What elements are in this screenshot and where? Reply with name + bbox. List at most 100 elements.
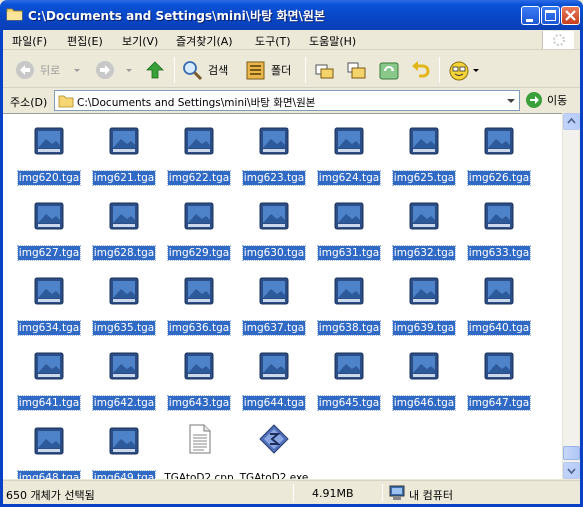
address-dropdown[interactable] <box>503 91 519 110</box>
file-name: img646.tga <box>388 395 460 411</box>
file-item[interactable]: img638.tga <box>313 272 385 336</box>
vertical-scrollbar[interactable] <box>562 113 580 479</box>
file-item[interactable]: img630.tga <box>238 197 310 261</box>
scroll-thumb[interactable] <box>563 446 580 460</box>
file-item[interactable]: img642.tga <box>88 347 160 411</box>
delete-button[interactable] <box>378 57 400 83</box>
go-button[interactable]: 이동 <box>525 91 567 109</box>
file-name: TGAtoD2.exe <box>238 472 310 479</box>
file-name-text: img635.tga <box>91 320 157 336</box>
file-item[interactable]: img649.tga <box>88 422 160 479</box>
image-file-icon <box>334 202 364 230</box>
file-item[interactable]: img641.tga <box>13 347 85 411</box>
file-item[interactable]: img625.tga <box>388 122 460 186</box>
zone-label: 내 컴퓨터 <box>409 489 453 502</box>
file-item[interactable]: img648.tga <box>13 422 85 479</box>
file-item[interactable]: img637.tga <box>238 272 310 336</box>
scroll-up-button[interactable] <box>563 113 580 130</box>
file-name: img647.tga <box>463 395 535 411</box>
file-item[interactable]: img646.tga <box>388 347 460 411</box>
image-file-icon <box>334 277 364 305</box>
file-name-text: img642.tga <box>91 395 157 411</box>
menu-view[interactable]: 보기(V) <box>122 33 158 49</box>
file-item[interactable]: img629.tga <box>163 197 235 261</box>
views-dropdown-icon <box>473 69 479 72</box>
menu-help[interactable]: 도움말(H) <box>309 33 356 49</box>
forward-dropdown-icon <box>126 69 132 72</box>
file-name: img641.tga <box>13 395 85 411</box>
undo-icon <box>412 60 430 77</box>
window-title: C:\Documents and Settings\mini\바탕 화면\원본 <box>28 9 325 23</box>
menu-edit[interactable]: 편집(E) <box>67 33 103 49</box>
file-item[interactable]: img624.tga <box>313 122 385 186</box>
file-item[interactable]: img635.tga <box>88 272 160 336</box>
minimize-button[interactable] <box>521 6 540 25</box>
file-item[interactable]: img647.tga <box>463 347 535 411</box>
file-name-text: img643.tga <box>166 395 232 411</box>
go-arrow-icon <box>526 92 542 108</box>
file-name: img620.tga <box>13 170 85 186</box>
file-item[interactable]: img620.tga <box>13 122 85 186</box>
back-button[interactable]: 뒤로 <box>15 57 82 83</box>
maximize-button[interactable] <box>541 6 560 25</box>
undo-button[interactable] <box>410 57 431 83</box>
file-list-view[interactable]: img620.tga img621.tga img622.tga img623.tga… <box>3 113 562 479</box>
menu-tools[interactable]: 도구(T) <box>255 33 291 49</box>
up-folder-button[interactable] <box>145 57 165 83</box>
recycle-icon <box>379 62 399 79</box>
copy-to-button[interactable] <box>346 57 367 83</box>
file-item[interactable]: img644.tga <box>238 347 310 411</box>
back-dropdown-icon <box>74 69 81 72</box>
views-button[interactable] <box>448 57 480 83</box>
file-item[interactable]: img640.tga <box>463 272 535 336</box>
image-file-icon <box>109 427 139 455</box>
file-name: img627.tga <box>13 245 85 261</box>
menu-favorites[interactable]: 즐겨찾기(A) <box>176 33 233 49</box>
file-name: img649.tga <box>88 470 160 479</box>
toolbar-separator <box>174 57 175 83</box>
folders-button[interactable]: 폴더 <box>245 57 291 83</box>
text-file-icon <box>184 424 214 454</box>
file-item[interactable]: img639.tga <box>388 272 460 336</box>
forward-button[interactable] <box>95 57 134 83</box>
file-name-text: img641.tga <box>16 395 82 411</box>
file-item[interactable]: img634.tga <box>13 272 85 336</box>
file-name-text: img621.tga <box>91 170 157 186</box>
search-button[interactable]: 검색 <box>182 57 228 83</box>
file-name: img644.tga <box>238 395 310 411</box>
file-item[interactable]: img623.tga <box>238 122 310 186</box>
file-item[interactable]: img636.tga <box>163 272 235 336</box>
forward-arrow-icon <box>96 61 114 79</box>
move-to-button[interactable] <box>314 57 335 83</box>
scroll-down-button[interactable] <box>563 462 580 479</box>
file-item[interactable]: img631.tga <box>313 197 385 261</box>
file-item[interactable]: TGAtoD2.cpp <box>163 422 235 479</box>
address-field[interactable]: C:\Documents and Settings\mini\바탕 화면\원본 <box>54 90 520 111</box>
file-name: img637.tga <box>238 320 310 336</box>
search-label: 검색 <box>208 64 229 77</box>
file-item[interactable]: img626.tga <box>463 122 535 186</box>
folder-icon <box>58 95 74 108</box>
close-button[interactable] <box>561 6 580 25</box>
file-item[interactable]: img643.tga <box>163 347 235 411</box>
file-name: img624.tga <box>313 170 385 186</box>
image-file-icon <box>484 352 514 380</box>
search-icon <box>183 60 203 80</box>
file-item[interactable]: img621.tga <box>88 122 160 186</box>
file-item[interactable]: img633.tga <box>463 197 535 261</box>
chevron-up-icon <box>567 117 576 124</box>
file-item[interactable]: TGAtoD2.exe <box>238 422 310 479</box>
file-item[interactable]: img632.tga <box>388 197 460 261</box>
file-item[interactable]: img622.tga <box>163 122 235 186</box>
file-name: img635.tga <box>88 320 160 336</box>
chevron-down-icon <box>507 99 515 103</box>
menu-bar: 파일(F) 편집(E) 보기(V) 즐겨찾기(A) 도구(T) 도움말(H) <box>3 30 580 50</box>
file-item[interactable]: img645.tga <box>313 347 385 411</box>
file-item[interactable]: img627.tga <box>13 197 85 261</box>
file-name: img640.tga <box>463 320 535 336</box>
close-icon <box>565 10 576 21</box>
menu-file[interactable]: 파일(F) <box>12 33 47 49</box>
title-bar[interactable]: C:\Documents and Settings\mini\바탕 화면\원본 <box>0 0 583 30</box>
file-item[interactable]: img628.tga <box>88 197 160 261</box>
file-name-text: img644.tga <box>241 395 307 411</box>
